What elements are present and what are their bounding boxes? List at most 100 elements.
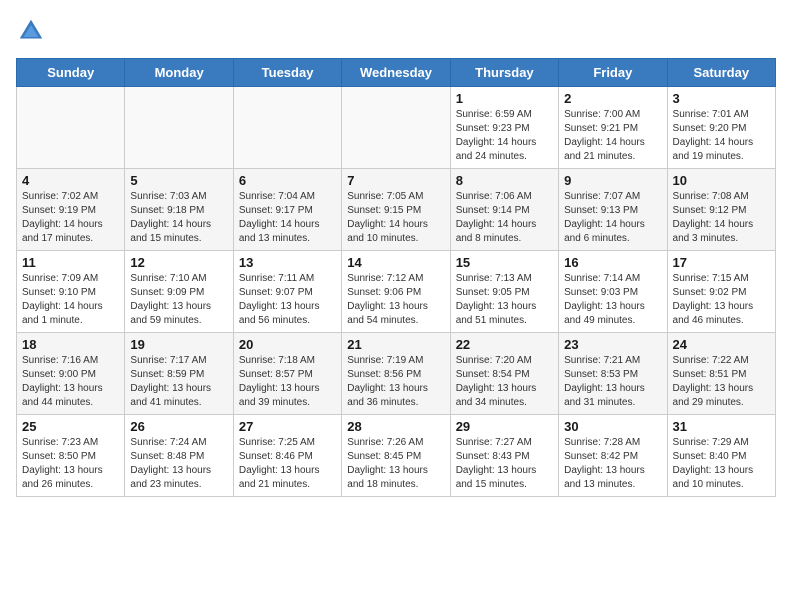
day-number: 16: [564, 255, 661, 270]
day-info: Sunrise: 7:16 AM Sunset: 9:00 PM Dayligh…: [22, 354, 119, 410]
day-cell: 23 Sunrise: 7:21 AM Sunset: 8:53 PM Dayli…: [559, 333, 667, 415]
day-info: Sunrise: 7:03 AM Sunset: 9:18 PM Dayligh…: [130, 190, 227, 246]
day-info: Sunrise: 7:18 AM Sunset: 8:57 PM Dayligh…: [239, 354, 336, 410]
day-number: 15: [456, 255, 553, 270]
day-number: 22: [456, 337, 553, 352]
day-info: Sunrise: 7:07 AM Sunset: 9:13 PM Dayligh…: [564, 190, 661, 246]
day-number: 27: [239, 419, 336, 434]
day-info: Sunrise: 7:29 AM Sunset: 8:40 PM Dayligh…: [673, 436, 770, 492]
day-info: Sunrise: 7:05 AM Sunset: 9:15 PM Dayligh…: [347, 190, 444, 246]
calendar-body: 1Sunrise: 6:59 AM Sunset: 9:23 PM Daylig…: [17, 87, 776, 497]
day-number: 9: [564, 173, 661, 188]
week-row-4: 18 Sunrise: 7:16 AM Sunset: 9:00 PM Dayli…: [17, 333, 776, 415]
day-cell: 12Sunrise: 7:10 AM Sunset: 9:09 PM Dayli…: [125, 251, 233, 333]
day-cell: [125, 87, 233, 169]
day-number: 19: [130, 337, 227, 352]
day-cell: 8Sunrise: 7:06 AM Sunset: 9:14 PM Daylig…: [450, 169, 558, 251]
logo: [16, 16, 50, 46]
day-cell: 18 Sunrise: 7:16 AM Sunset: 9:00 PM Dayli…: [17, 333, 125, 415]
day-number: 2: [564, 91, 661, 106]
day-cell: 29 Sunrise: 7:27 AM Sunset: 8:43 PM Dayli…: [450, 415, 558, 497]
day-number: 4: [22, 173, 119, 188]
day-cell: 22 Sunrise: 7:20 AM Sunset: 8:54 PM Dayli…: [450, 333, 558, 415]
week-row-1: 1Sunrise: 6:59 AM Sunset: 9:23 PM Daylig…: [17, 87, 776, 169]
day-info: Sunrise: 7:21 AM Sunset: 8:53 PM Dayligh…: [564, 354, 661, 410]
day-cell: [342, 87, 450, 169]
day-cell: 1Sunrise: 6:59 AM Sunset: 9:23 PM Daylig…: [450, 87, 558, 169]
weekday-monday: Monday: [125, 59, 233, 87]
day-number: 17: [673, 255, 770, 270]
day-cell: [233, 87, 341, 169]
day-info: Sunrise: 7:20 AM Sunset: 8:54 PM Dayligh…: [456, 354, 553, 410]
day-info: Sunrise: 7:13 AM Sunset: 9:05 PM Dayligh…: [456, 272, 553, 328]
day-number: 23: [564, 337, 661, 352]
day-cell: 17 Sunrise: 7:15 AM Sunset: 9:02 PM Dayli…: [667, 251, 775, 333]
day-number: 26: [130, 419, 227, 434]
day-number: 13: [239, 255, 336, 270]
day-info: Sunrise: 7:27 AM Sunset: 8:43 PM Dayligh…: [456, 436, 553, 492]
day-cell: [17, 87, 125, 169]
day-info: Sunrise: 7:00 AM Sunset: 9:21 PM Dayligh…: [564, 108, 661, 164]
logo-icon: [16, 16, 46, 46]
day-cell: 10Sunrise: 7:08 AM Sunset: 9:12 PM Dayli…: [667, 169, 775, 251]
day-cell: 15 Sunrise: 7:13 AM Sunset: 9:05 PM Dayli…: [450, 251, 558, 333]
day-number: 24: [673, 337, 770, 352]
day-cell: 13 Sunrise: 7:11 AM Sunset: 9:07 PM Dayli…: [233, 251, 341, 333]
day-number: 31: [673, 419, 770, 434]
day-number: 5: [130, 173, 227, 188]
week-row-5: 25Sunrise: 7:23 AM Sunset: 8:50 PM Dayli…: [17, 415, 776, 497]
weekday-wednesday: Wednesday: [342, 59, 450, 87]
day-info: Sunrise: 7:04 AM Sunset: 9:17 PM Dayligh…: [239, 190, 336, 246]
day-info: Sunrise: 7:02 AM Sunset: 9:19 PM Dayligh…: [22, 190, 119, 246]
day-number: 14: [347, 255, 444, 270]
day-info: Sunrise: 7:17 AM Sunset: 8:59 PM Dayligh…: [130, 354, 227, 410]
weekday-thursday: Thursday: [450, 59, 558, 87]
day-cell: 27 Sunrise: 7:25 AM Sunset: 8:46 PM Dayli…: [233, 415, 341, 497]
day-cell: 14 Sunrise: 7:12 AM Sunset: 9:06 PM Dayli…: [342, 251, 450, 333]
day-info: Sunrise: 7:09 AM Sunset: 9:10 PM Dayligh…: [22, 272, 119, 328]
day-info: Sunrise: 7:28 AM Sunset: 8:42 PM Dayligh…: [564, 436, 661, 492]
week-row-2: 4 Sunrise: 7:02 AM Sunset: 9:19 PM Daylig…: [17, 169, 776, 251]
day-info: Sunrise: 7:26 AM Sunset: 8:45 PM Dayligh…: [347, 436, 444, 492]
day-number: 10: [673, 173, 770, 188]
day-number: 29: [456, 419, 553, 434]
day-cell: 3Sunrise: 7:01 AM Sunset: 9:20 PM Daylig…: [667, 87, 775, 169]
day-cell: 24Sunrise: 7:22 AM Sunset: 8:51 PM Dayli…: [667, 333, 775, 415]
day-cell: 4 Sunrise: 7:02 AM Sunset: 9:19 PM Daylig…: [17, 169, 125, 251]
day-info: Sunrise: 7:23 AM Sunset: 8:50 PM Dayligh…: [22, 436, 119, 492]
day-number: 30: [564, 419, 661, 434]
weekday-tuesday: Tuesday: [233, 59, 341, 87]
day-cell: 5 Sunrise: 7:03 AM Sunset: 9:18 PM Daylig…: [125, 169, 233, 251]
weekday-saturday: Saturday: [667, 59, 775, 87]
day-number: 20: [239, 337, 336, 352]
day-number: 21: [347, 337, 444, 352]
day-number: 28: [347, 419, 444, 434]
day-number: 7: [347, 173, 444, 188]
day-info: Sunrise: 7:14 AM Sunset: 9:03 PM Dayligh…: [564, 272, 661, 328]
day-info: Sunrise: 7:25 AM Sunset: 8:46 PM Dayligh…: [239, 436, 336, 492]
day-number: 11: [22, 255, 119, 270]
day-cell: 21 Sunrise: 7:19 AM Sunset: 8:56 PM Dayli…: [342, 333, 450, 415]
day-number: 18: [22, 337, 119, 352]
day-cell: 26Sunrise: 7:24 AM Sunset: 8:48 PM Dayli…: [125, 415, 233, 497]
day-cell: 2 Sunrise: 7:00 AM Sunset: 9:21 PM Daylig…: [559, 87, 667, 169]
day-info: Sunrise: 7:19 AM Sunset: 8:56 PM Dayligh…: [347, 354, 444, 410]
day-cell: 9 Sunrise: 7:07 AM Sunset: 9:13 PM Daylig…: [559, 169, 667, 251]
day-cell: 25Sunrise: 7:23 AM Sunset: 8:50 PM Dayli…: [17, 415, 125, 497]
day-cell: 11 Sunrise: 7:09 AM Sunset: 9:10 PM Dayli…: [17, 251, 125, 333]
day-number: 1: [456, 91, 553, 106]
day-info: Sunrise: 7:11 AM Sunset: 9:07 PM Dayligh…: [239, 272, 336, 328]
calendar: SundayMondayTuesdayWednesdayThursdayFrid…: [16, 58, 776, 497]
day-cell: 7 Sunrise: 7:05 AM Sunset: 9:15 PM Daylig…: [342, 169, 450, 251]
calendar-header: SundayMondayTuesdayWednesdayThursdayFrid…: [17, 59, 776, 87]
day-cell: 30 Sunrise: 7:28 AM Sunset: 8:42 PM Dayli…: [559, 415, 667, 497]
day-cell: 16 Sunrise: 7:14 AM Sunset: 9:03 PM Dayli…: [559, 251, 667, 333]
day-info: Sunrise: 7:12 AM Sunset: 9:06 PM Dayligh…: [347, 272, 444, 328]
day-number: 12: [130, 255, 227, 270]
week-row-3: 11 Sunrise: 7:09 AM Sunset: 9:10 PM Dayli…: [17, 251, 776, 333]
day-number: 6: [239, 173, 336, 188]
day-info: Sunrise: 7:15 AM Sunset: 9:02 PM Dayligh…: [673, 272, 770, 328]
weekday-sunday: Sunday: [17, 59, 125, 87]
weekday-row: SundayMondayTuesdayWednesdayThursdayFrid…: [17, 59, 776, 87]
day-info: Sunrise: 7:01 AM Sunset: 9:20 PM Dayligh…: [673, 108, 770, 164]
